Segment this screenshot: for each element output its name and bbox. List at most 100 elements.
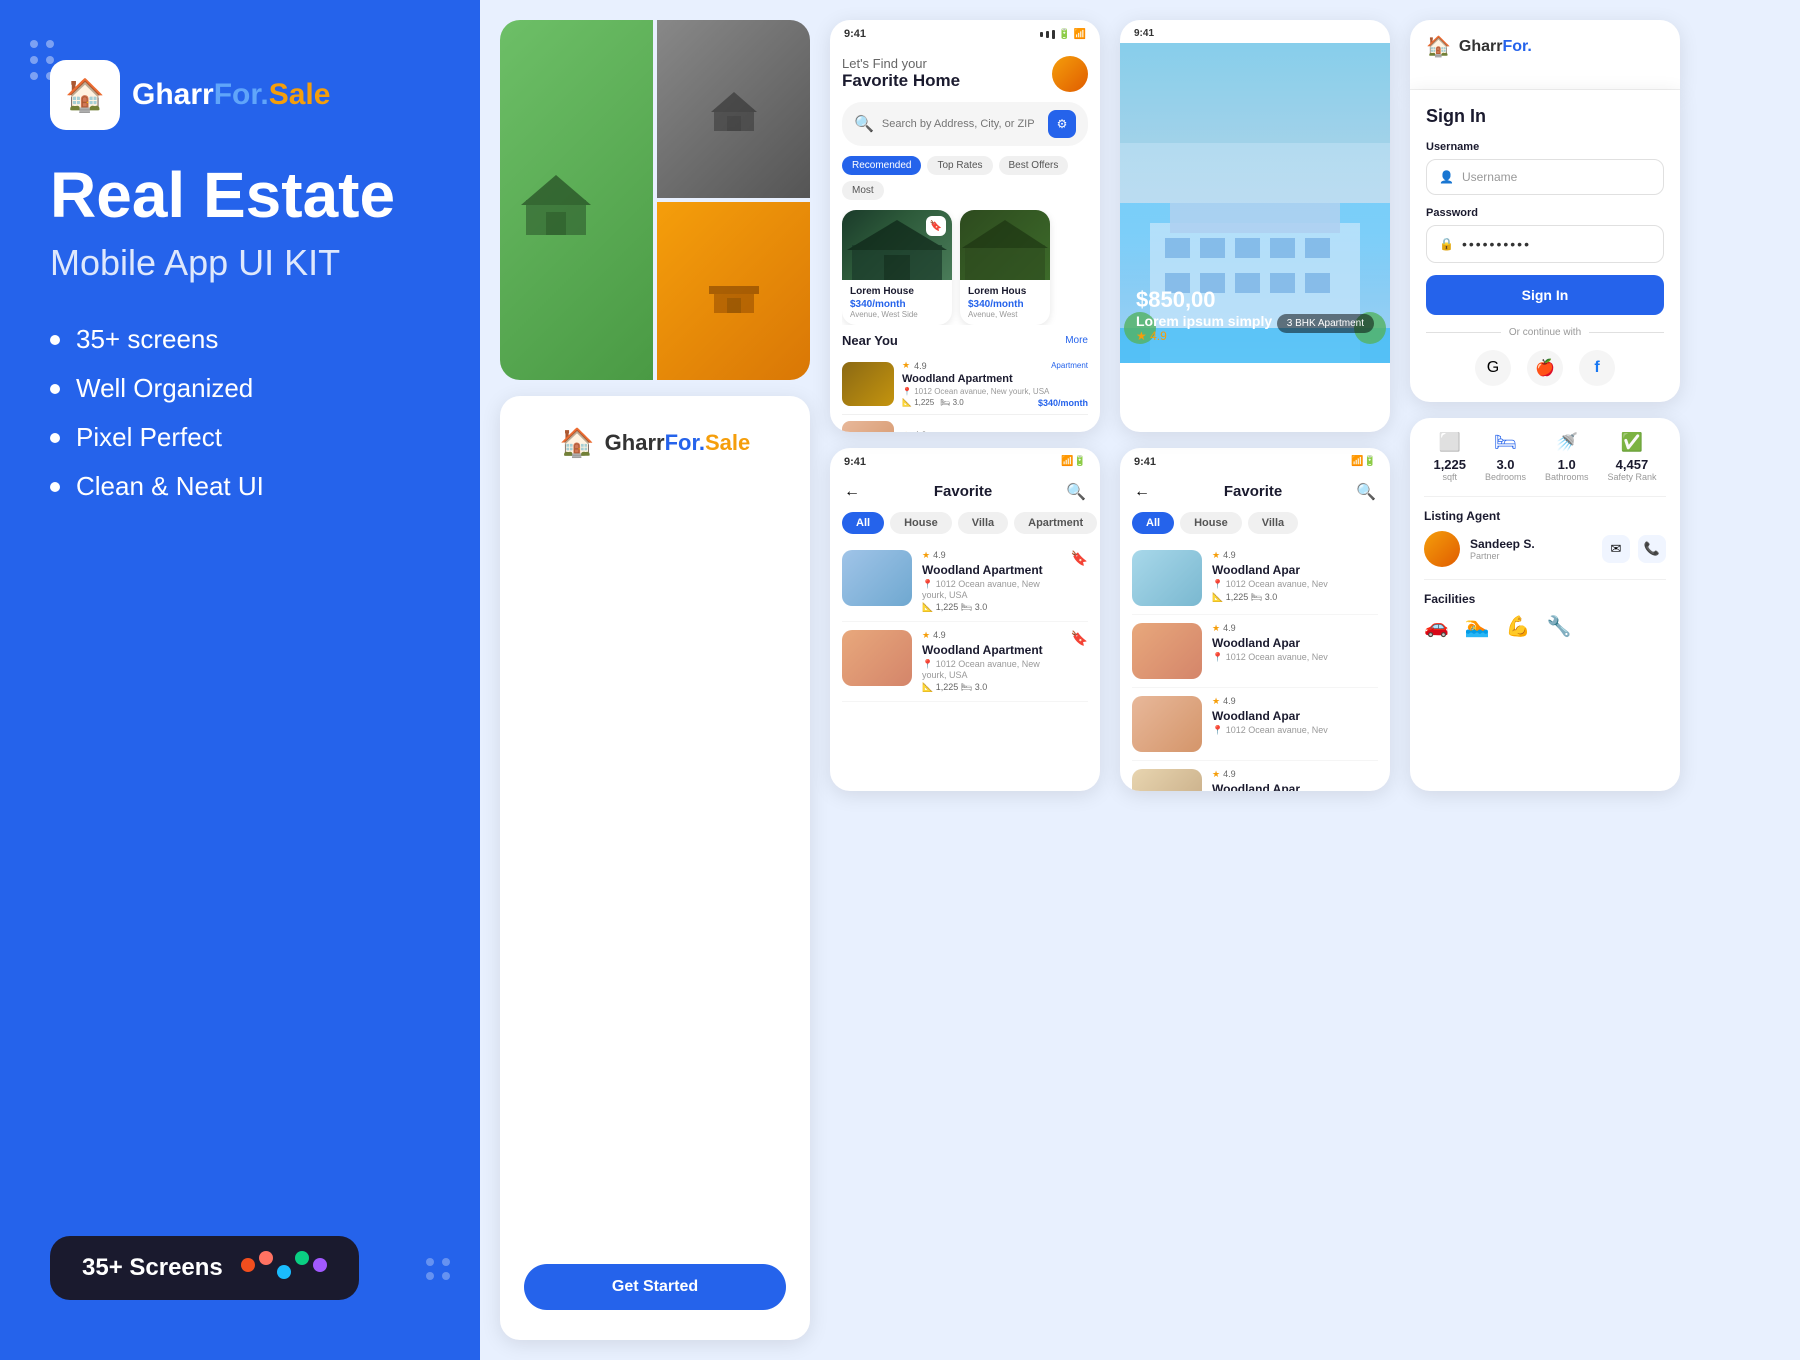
search-bar[interactable]: 🔍 ⚙	[842, 102, 1088, 146]
back-icon[interactable]: ←	[844, 483, 860, 501]
property-card-info-2: Lorem Hous $340/month Avenue, West	[960, 280, 1050, 325]
fav-star-1: ★	[922, 550, 930, 561]
apt-type-badge-2: Apartment	[1051, 431, 1088, 432]
apt-time: 9:41	[1134, 28, 1154, 39]
fav2-tab-house[interactable]: House	[1180, 512, 1242, 534]
fav2-img-1	[1132, 550, 1202, 606]
near-you-title: Near You	[842, 333, 898, 348]
splash-logo: 🏠 GharrFor.Sale	[560, 426, 750, 459]
fav-tab-villa[interactable]: Villa	[958, 512, 1008, 534]
apartment-screen: 9:41	[1120, 20, 1390, 432]
pool-icon: 🏊	[1465, 614, 1490, 639]
fav-tab-apartment[interactable]: Apartment	[1014, 512, 1097, 534]
fav2-back-icon[interactable]: ←	[1134, 483, 1150, 501]
apple-button[interactable]: 🍎	[1527, 350, 1563, 386]
fav2-tab-villa[interactable]: Villa	[1248, 512, 1298, 534]
bedrooms-value: 3.0	[1485, 457, 1526, 472]
splash-logo-icon: 🏠	[560, 426, 595, 459]
fav-title: Favorite	[934, 483, 992, 500]
fav-tab-all[interactable]: All	[842, 512, 884, 534]
near-you-header: Near You More	[842, 333, 1088, 348]
property-card-1[interactable]: 🔖 Lorem House $340/month Avenue, West Si…	[842, 210, 952, 325]
feature-item: Pixel Perfect	[50, 422, 430, 453]
fav-bookmark-2[interactable]: 🔖	[1071, 630, 1088, 647]
call-button[interactable]: 📞	[1638, 535, 1666, 563]
fav-list: ★ 4.9 Woodland Apartment 📍 1012 Ocean av…	[830, 542, 1100, 702]
tab-best-offers[interactable]: Best Offers	[999, 156, 1069, 175]
bathrooms-label: Bathrooms	[1545, 472, 1589, 482]
collage-img-main	[500, 20, 653, 380]
social-buttons: G 🍎 f	[1426, 350, 1664, 386]
lock-icon: 🔒	[1439, 237, 1454, 251]
brand-logo-icon: 🏠	[1426, 34, 1451, 59]
password-field[interactable]: 🔒 ••••••••••	[1426, 225, 1664, 263]
message-button[interactable]: ✉	[1602, 535, 1630, 563]
fav-img-2	[842, 630, 912, 686]
rating-number: 4.9	[914, 361, 927, 371]
splash-logo-text: GharrFor.Sale	[605, 430, 751, 456]
near-img-2	[842, 421, 894, 432]
fav2-info-1: ★4.9 Woodland Apar 📍 1012 Ocean avanue, …	[1212, 550, 1378, 603]
fav-item-2[interactable]: ★ 4.9 Woodland Apartment 📍 1012 Ocean av…	[842, 622, 1088, 702]
fav2-tabs: All House Villa	[1120, 512, 1390, 542]
fav-tabs: All House Villa Apartment	[830, 512, 1100, 542]
column-1: 🏠 GharrFor.Sale Get Started	[500, 20, 810, 1340]
apt-price-overlay: $850,00 Lorem ipsum simply ★ 4.9	[1136, 287, 1272, 343]
col4-top: 🏠 GharrFor. Sign In Username 👤 Username …	[1410, 20, 1680, 402]
prop-location-1: Avenue, West Side	[850, 310, 944, 319]
column-2: 9:41 🔋 📶 Let's Find your Favorite Home	[830, 20, 1100, 791]
search-icon-fav[interactable]: 🔍	[1066, 482, 1086, 502]
prop-price-1: $340/month	[850, 299, 944, 310]
fav-item-1[interactable]: ★ 4.9 Woodland Apartment 📍 1012 Ocean av…	[842, 542, 1088, 622]
username-placeholder: Username	[1462, 170, 1517, 184]
stat-sqft: ⬜ 1,225 sqft	[1433, 432, 1466, 482]
apt-status-bar: 9:41	[1120, 20, 1390, 43]
signal-icons: 🔋 📶	[1040, 29, 1086, 40]
brand-logo-text: GharrFor.	[1459, 38, 1532, 56]
fav2-item-2[interactable]: ★4.9 Woodland Apar 📍 1012 Ocean avanue, …	[1132, 615, 1378, 688]
fav-time: 9:41	[844, 456, 866, 468]
signin-button[interactable]: Sign In	[1426, 275, 1664, 315]
property-card-2[interactable]: Lorem Hous $340/month Avenue, West	[960, 210, 1050, 325]
fav2-tab-all[interactable]: All	[1132, 512, 1174, 534]
stat-bedrooms: 🛏 3.0 Bedrooms	[1485, 432, 1526, 482]
get-started-button[interactable]: Get Started	[524, 1264, 786, 1310]
tab-recommended[interactable]: Recomended	[842, 156, 921, 175]
fav-star-2: ★	[922, 630, 930, 641]
decorative-dots	[30, 40, 54, 80]
home-content: Let's Find your Favorite Home 🔍 ⚙ Recome…	[830, 44, 1100, 432]
home-status-bar: 9:41 🔋 📶	[830, 20, 1100, 44]
fav2-item-1[interactable]: ★4.9 Woodland Apar 📍 1012 Ocean avanue, …	[1132, 542, 1378, 615]
bookmark-icon[interactable]: 🔖	[926, 216, 946, 236]
fav2-search-icon[interactable]: 🔍	[1356, 482, 1376, 502]
near-rating-2: ★ 4.9 Apartment	[902, 430, 1088, 432]
fav-header: ← Favorite 🔍	[830, 472, 1100, 512]
left-panel: 🏠 GharrFor.Sale Real Estate Mobile App U…	[0, 0, 480, 1360]
greeting-fav: Favorite Home	[842, 71, 960, 91]
apt-price: $850,00	[1136, 287, 1272, 313]
username-field[interactable]: 👤 Username	[1426, 159, 1664, 195]
fav-bookmark-1[interactable]: 🔖	[1071, 550, 1088, 567]
near-item-1[interactable]: ★ 4.9 Apartment Woodland Apartment 📍 101…	[842, 354, 1088, 415]
more-link[interactable]: More	[1065, 335, 1088, 346]
fav2-info-3: ★4.9 Woodland Apar 📍 1012 Ocean avanue, …	[1212, 696, 1378, 738]
search-input[interactable]	[882, 118, 1040, 130]
tab-most[interactable]: Most	[842, 181, 884, 200]
main-title: Real Estate	[50, 160, 430, 230]
signin-screen: Sign In Username 👤 Username Password 🔒 •…	[1410, 90, 1680, 402]
logo-section: 🏠 GharrFor.Sale Real Estate Mobile App U…	[50, 60, 430, 520]
fav-tab-house[interactable]: House	[890, 512, 952, 534]
facebook-button[interactable]: f	[1579, 350, 1615, 386]
near-item-2[interactable]: ★ 4.9 Apartment Woodland Apartment	[842, 415, 1088, 432]
filter-button[interactable]: ⚙	[1048, 110, 1076, 138]
fav2-item-4[interactable]: ★4.9 Woodland Apar 📍 1012 Ocean avanue, …	[1132, 761, 1378, 791]
search-icon: 🔍	[854, 114, 874, 134]
bathroom-icon: 🚿	[1545, 432, 1589, 453]
safety-icon: ✅	[1607, 432, 1656, 453]
tab-top-rates[interactable]: Top Rates	[927, 156, 992, 175]
google-button[interactable]: G	[1475, 350, 1511, 386]
collage-img-bottom	[657, 202, 810, 380]
fav2-item-3[interactable]: ★4.9 Woodland Apar 📍 1012 Ocean avanue, …	[1132, 688, 1378, 761]
fav2-img-3	[1132, 696, 1202, 752]
stat-bathrooms: 🚿 1.0 Bathrooms	[1545, 432, 1589, 482]
